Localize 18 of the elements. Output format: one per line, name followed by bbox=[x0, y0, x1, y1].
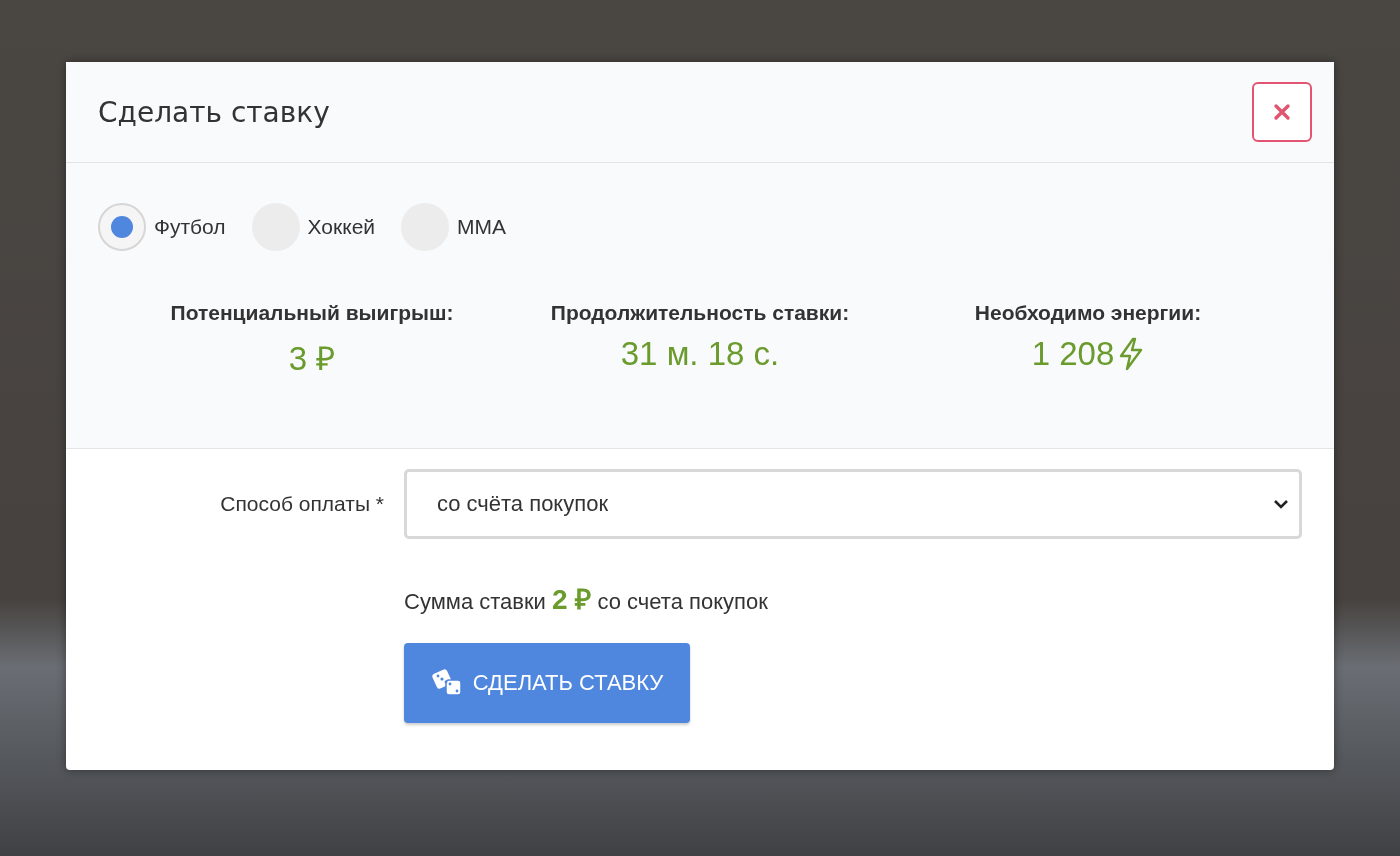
lightning-icon bbox=[1118, 337, 1145, 371]
chevron-down-icon bbox=[1273, 498, 1289, 510]
sport-radio[interactable]: Хоккей bbox=[251, 203, 376, 251]
modal-title: Сделать ставку bbox=[98, 95, 330, 129]
payment-label: Способ оплаты * bbox=[219, 492, 384, 516]
payment-select[interactable]: со счёта покупок bbox=[404, 469, 1302, 539]
stat-label: Продолжительность ставки: bbox=[550, 301, 850, 325]
stat-value: 1 208 bbox=[1031, 335, 1115, 373]
sport-radio[interactable]: MMA bbox=[401, 203, 507, 251]
stake-summary: Сумма ставки 2 ₽ со счета покупок bbox=[404, 583, 768, 617]
sport-radio[interactable]: Футбол bbox=[98, 203, 226, 251]
close-icon bbox=[1273, 103, 1291, 121]
stat-label: Потенциальный выигрыш: bbox=[170, 301, 454, 325]
stat-value: 31 м. 18 с. bbox=[620, 335, 780, 373]
stat-value: 3 ₽ bbox=[288, 339, 336, 379]
stat-label: Необходимо энергии: bbox=[974, 301, 1202, 325]
place-bet-button[interactable]: СДЕЛАТЬ СТАВКУ bbox=[404, 643, 690, 723]
close-button[interactable] bbox=[1252, 82, 1312, 142]
